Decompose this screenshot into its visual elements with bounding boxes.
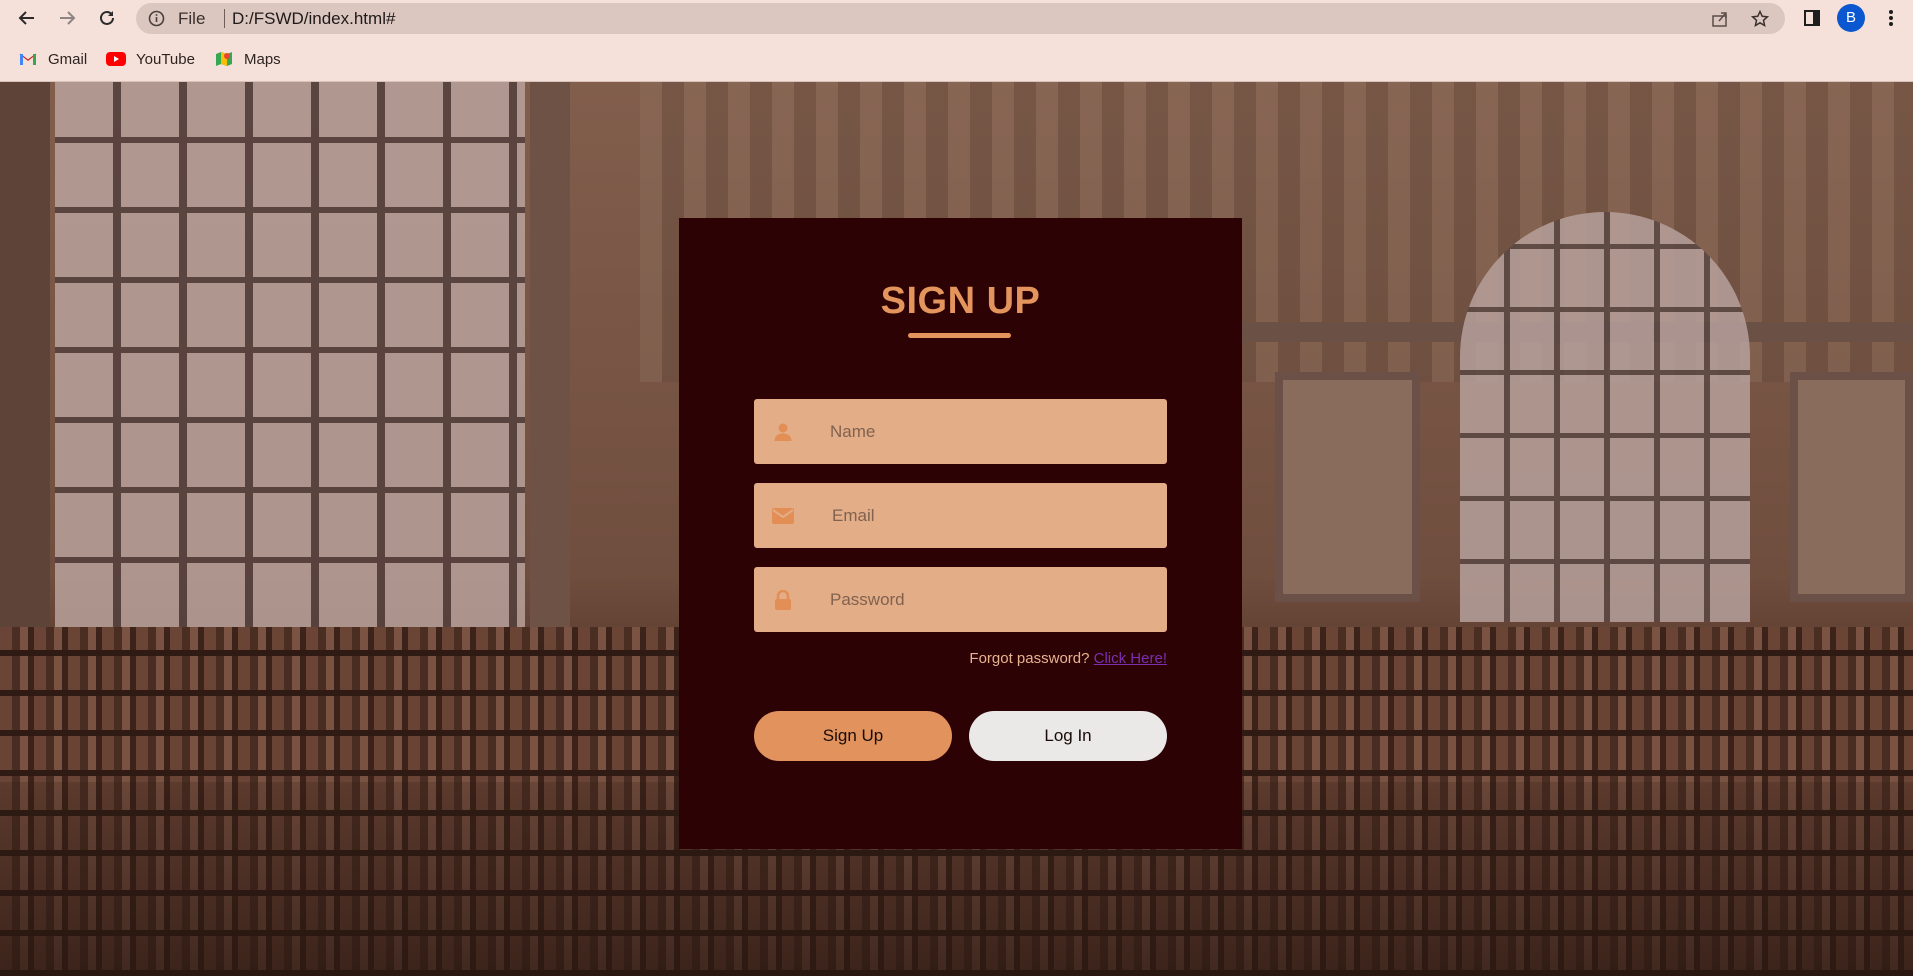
library-window-arched (1460, 212, 1750, 622)
password-field[interactable] (754, 567, 1167, 632)
email-input[interactable] (832, 483, 1152, 548)
bookmark-label: Maps (244, 50, 281, 68)
bookmarks-bar: Gmail YouTube Maps (0, 36, 1913, 82)
bookmark-youtube[interactable]: YouTube (106, 49, 195, 69)
user-icon (770, 419, 796, 445)
name-field[interactable] (754, 399, 1167, 464)
youtube-icon (106, 51, 126, 67)
signup-card: SIGN UP Forgot password? Click Here! Sig… (679, 218, 1242, 849)
library-pillar (0, 82, 50, 642)
info-icon[interactable] (148, 10, 165, 27)
lock-icon (770, 587, 796, 613)
login-button[interactable]: Log In (969, 711, 1167, 761)
bookmark-maps[interactable]: Maps (214, 49, 281, 69)
signup-button[interactable]: Sign Up (754, 711, 952, 761)
back-icon[interactable] (14, 5, 40, 31)
title-underline (908, 333, 1011, 338)
envelope-icon (770, 503, 796, 529)
password-input[interactable] (830, 567, 1150, 632)
forward-icon[interactable] (54, 5, 80, 31)
library-wall-panel (1275, 372, 1420, 602)
gmail-icon (18, 51, 38, 67)
library-window-left (55, 82, 525, 627)
profile-avatar[interactable]: B (1837, 4, 1865, 32)
bookmark-gmail[interactable]: Gmail (18, 49, 87, 69)
name-input[interactable] (830, 399, 1150, 464)
email-field[interactable] (754, 483, 1167, 548)
kebab-menu-icon[interactable] (1878, 5, 1904, 31)
url-text[interactable]: D:/FSWD/index.html# (224, 3, 395, 34)
share-icon[interactable] (1710, 9, 1730, 29)
forgot-password-text: Forgot password? (969, 650, 1090, 667)
forgot-password: Forgot password? Click Here! (969, 650, 1167, 667)
library-wall-panel (1790, 372, 1913, 602)
forgot-password-link[interactable]: Click Here! (1094, 650, 1167, 667)
form-title: SIGN UP (880, 280, 1041, 322)
reload-icon[interactable] (94, 5, 120, 31)
bookmark-label: YouTube (136, 50, 195, 68)
address-bar[interactable]: File D:/FSWD/index.html# (136, 3, 1785, 34)
browser-toolbar: File D:/FSWD/index.html# B (0, 0, 1913, 36)
library-pillar (530, 82, 570, 642)
maps-icon (214, 51, 234, 67)
bookmark-star-icon[interactable] (1750, 9, 1770, 29)
side-panel-icon[interactable] (1799, 5, 1825, 31)
bookmark-label: Gmail (48, 50, 88, 68)
url-scheme-label: File (178, 9, 206, 28)
